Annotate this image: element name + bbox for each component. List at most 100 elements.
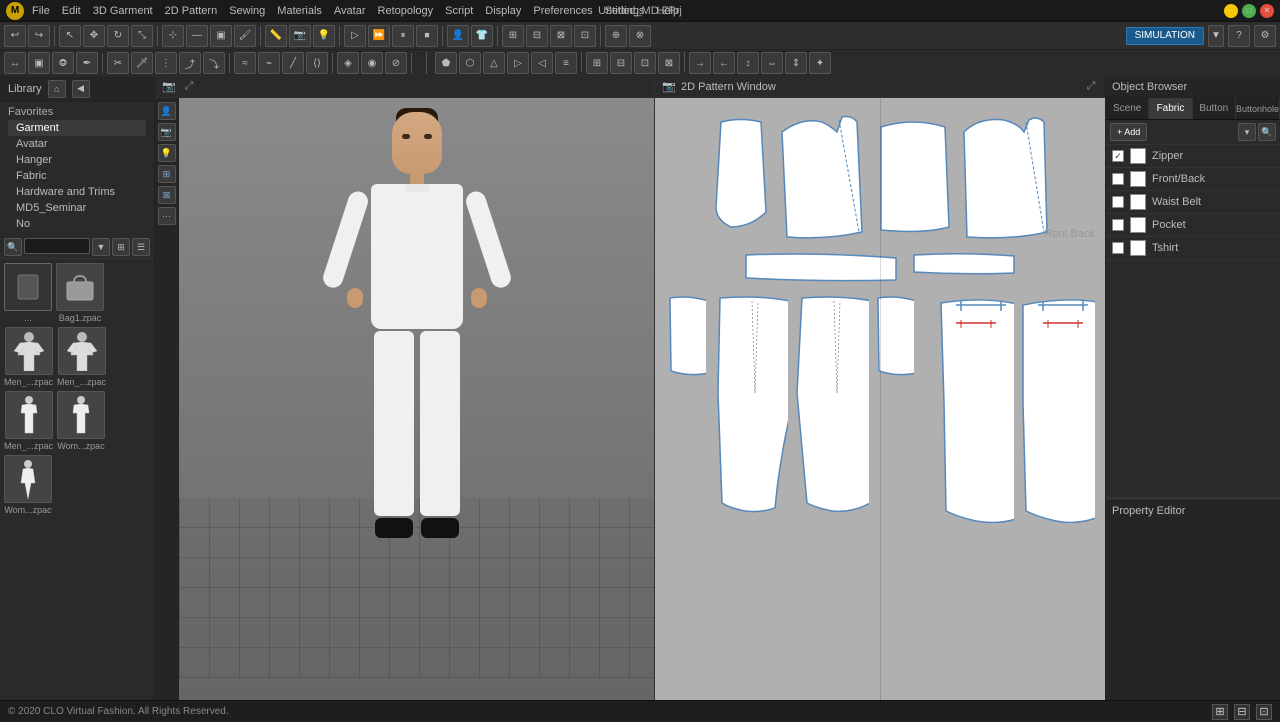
ob-checkbox-frontback[interactable] bbox=[1112, 173, 1124, 185]
menu-materials[interactable]: Materials bbox=[277, 5, 322, 17]
ob-checkbox-waistbelt[interactable] bbox=[1112, 196, 1124, 208]
tool2-pen[interactable]: ✒ bbox=[76, 52, 98, 74]
sidebar-item-hanger[interactable]: Hanger bbox=[8, 152, 146, 168]
menu-script[interactable]: Script bbox=[445, 5, 473, 17]
tool2-knife[interactable]: 🗡 bbox=[131, 52, 153, 74]
pattern-piece-trouser-front-r[interactable] bbox=[792, 293, 869, 513]
tool-grid1[interactable]: ⊞ bbox=[502, 25, 524, 47]
ob-checkbox-pocket[interactable] bbox=[1112, 219, 1124, 231]
tool-grid4[interactable]: ⊡ bbox=[574, 25, 596, 47]
menu-sewing[interactable]: Sewing bbox=[229, 5, 265, 17]
ob-filter[interactable]: ▾ bbox=[1238, 123, 1256, 141]
sidebar-item-avatar[interactable]: Avatar bbox=[8, 136, 146, 152]
tool2-p5[interactable]: ◁ bbox=[531, 52, 553, 74]
tool-grid2[interactable]: ⊟ bbox=[526, 25, 548, 47]
tool-redo[interactable]: ↪ bbox=[28, 25, 50, 47]
pattern-canvas[interactable]: Ront Back bbox=[655, 98, 1105, 700]
sidebar-sort[interactable]: ⊞ bbox=[112, 238, 130, 256]
3d-tool-camera2[interactable]: 📷 bbox=[158, 123, 176, 141]
menu-preferences[interactable]: Preferences bbox=[533, 5, 592, 17]
3d-tool-points[interactable]: ⋯ bbox=[158, 207, 176, 225]
tool2-p4[interactable]: ▷ bbox=[507, 52, 529, 74]
minimize-button[interactable]: ─ bbox=[1224, 4, 1238, 18]
3d-canvas[interactable] bbox=[179, 98, 654, 678]
tool-avatar[interactable]: 👤 bbox=[447, 25, 469, 47]
ob-checkbox-tshirt[interactable] bbox=[1112, 242, 1124, 254]
menu-edit[interactable]: Edit bbox=[62, 5, 81, 17]
statusbar-btn1[interactable]: ⊞ bbox=[1212, 704, 1228, 720]
menu-retopology[interactable]: Retopology bbox=[378, 5, 434, 17]
sidebar-search[interactable]: 🔍 bbox=[4, 238, 22, 256]
3d-tool-bg[interactable]: ⊞ bbox=[158, 165, 176, 183]
tool-select-face[interactable]: ▣ bbox=[210, 25, 232, 47]
ob-item-waistbelt[interactable]: Waist Belt bbox=[1106, 191, 1280, 214]
pattern-piece-collar-left[interactable] bbox=[741, 250, 901, 285]
tool2-sew[interactable]: ⋮ bbox=[155, 52, 177, 74]
tool-rotate-3d[interactable]: ↻ bbox=[107, 25, 129, 47]
menu-avatar[interactable]: Avatar bbox=[334, 5, 366, 17]
pattern-piece-2[interactable] bbox=[777, 112, 867, 242]
tool-measure[interactable]: 📏 bbox=[265, 25, 287, 47]
tool-sim-settings[interactable]: ▼ bbox=[1208, 25, 1224, 47]
pattern-piece-collar-right[interactable] bbox=[909, 250, 1019, 278]
tool-extra2[interactable]: ⊗ bbox=[629, 25, 651, 47]
menu-3dgarment[interactable]: 3D Garment bbox=[93, 5, 153, 17]
ob-tab-buttonhole[interactable]: Buttonhole bbox=[1236, 98, 1280, 119]
simulation-button[interactable]: SIMULATION bbox=[1126, 27, 1204, 45]
ob-color-zipper[interactable] bbox=[1130, 148, 1146, 164]
tool-grid3[interactable]: ⊠ bbox=[550, 25, 572, 47]
tool-sim2[interactable]: ⏩ bbox=[368, 25, 390, 47]
thumb-blank[interactable]: ... bbox=[4, 263, 52, 323]
tool2-lasso[interactable]: ⭗ bbox=[52, 52, 74, 74]
ob-tab-button[interactable]: Button bbox=[1193, 98, 1236, 119]
pattern-piece-3[interactable] bbox=[873, 112, 953, 237]
tool-move-3d[interactable]: ✥ bbox=[83, 25, 105, 47]
tool2-p3[interactable]: △ bbox=[483, 52, 505, 74]
tool2-p13[interactable]: ↕ bbox=[737, 52, 759, 74]
ob-item-zipper[interactable]: Zipper bbox=[1106, 145, 1280, 168]
sidebar-home[interactable]: ⌂ bbox=[48, 80, 66, 98]
tool-garment[interactable]: 👕 bbox=[471, 25, 493, 47]
3d-expand-icon[interactable]: ⤢ bbox=[181, 79, 197, 95]
tool-undo[interactable]: ↩ bbox=[4, 25, 26, 47]
tool-sim4[interactable]: ⏹ bbox=[416, 25, 438, 47]
tool2-p8[interactable]: ⊟ bbox=[610, 52, 632, 74]
menu-display[interactable]: Display bbox=[485, 5, 521, 17]
ob-color-pocket[interactable] bbox=[1130, 217, 1146, 233]
tool-select-vertex[interactable]: ⊹ bbox=[162, 25, 184, 47]
pattern-piece-pocket-l[interactable] bbox=[665, 293, 706, 378]
ob-item-pocket[interactable]: Pocket bbox=[1106, 214, 1280, 237]
tool2-p7[interactable]: ⊞ bbox=[586, 52, 608, 74]
ob-tab-fabric[interactable]: Fabric bbox=[1149, 98, 1192, 119]
pattern-piece-trouser-back-r[interactable] bbox=[1018, 293, 1095, 523]
tool2-p9[interactable]: ⊡ bbox=[634, 52, 656, 74]
ob-checkbox-zipper[interactable] bbox=[1112, 150, 1124, 162]
ob-color-tshirt[interactable] bbox=[1130, 240, 1146, 256]
sidebar-item-fabric[interactable]: Fabric bbox=[8, 168, 146, 184]
menu-2dpattern[interactable]: 2D Pattern bbox=[165, 5, 218, 17]
3d-tool-avatar-pose[interactable]: 👤 bbox=[158, 102, 176, 120]
pattern-piece-1[interactable] bbox=[711, 112, 771, 232]
tool-scale-3d[interactable]: ⤡ bbox=[131, 25, 153, 47]
sidebar-filter[interactable]: ▼ bbox=[92, 238, 110, 256]
thumb-men3[interactable]: Men_...zpac bbox=[4, 391, 53, 451]
pattern-cam-icon[interactable]: 📷 bbox=[661, 79, 677, 95]
sidebar-item-garment[interactable]: Garment bbox=[8, 120, 146, 136]
pattern-piece-4[interactable] bbox=[959, 112, 1049, 242]
pattern-piece-trouser-back-l[interactable] bbox=[936, 293, 1013, 523]
close-button[interactable]: ✕ bbox=[1260, 4, 1274, 18]
tool2-p14[interactable]: ⇔ bbox=[761, 52, 783, 74]
tool-help2[interactable]: ⚙ bbox=[1254, 25, 1276, 47]
tool2-p12[interactable]: ← bbox=[713, 52, 735, 74]
sidebar-list[interactable]: ☰ bbox=[132, 238, 150, 256]
maximize-button[interactable]: □ bbox=[1242, 4, 1256, 18]
tool2-extra3[interactable]: ⊘ bbox=[385, 52, 407, 74]
ob-search-btn[interactable]: 🔍 bbox=[1258, 123, 1276, 141]
tool2-extra2[interactable]: ◉ bbox=[361, 52, 383, 74]
ob-item-frontback[interactable]: Front/Back bbox=[1106, 168, 1280, 191]
3d-tool-wire[interactable]: ⊠ bbox=[158, 186, 176, 204]
tool2-p11[interactable]: → bbox=[689, 52, 711, 74]
ob-color-waistbelt[interactable] bbox=[1130, 194, 1146, 210]
tool2-p6[interactable]: ≡ bbox=[555, 52, 577, 74]
tool-sim3[interactable]: ⏸ bbox=[392, 25, 414, 47]
